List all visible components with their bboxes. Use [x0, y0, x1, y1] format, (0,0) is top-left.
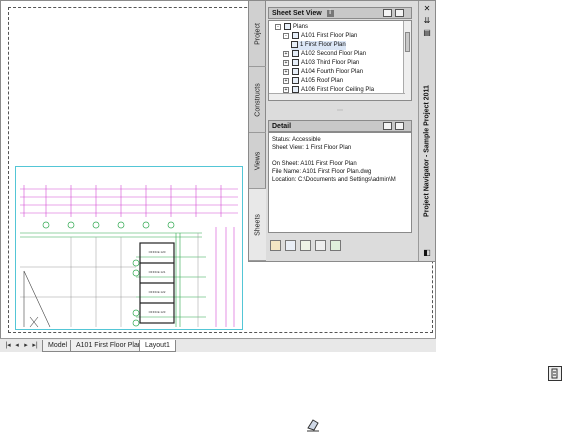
tree-item[interactable]: - Plans [275, 23, 308, 32]
autohide-icon[interactable]: ⇊ [423, 17, 431, 25]
expand-icon[interactable]: + [283, 50, 289, 57]
palette-dock-icon [548, 366, 562, 381]
tree-item[interactable]: + A105 Roof Plan [283, 77, 343, 86]
detail-file-name: File Name: A101 First Floor Plan.dwg [272, 169, 372, 175]
sheet-icon [292, 32, 299, 39]
sheet-set-menu-icon[interactable] [383, 9, 392, 17]
tab-a101-first-floor-plan[interactable]: A101 First Floor Plan [70, 340, 148, 352]
tab-model[interactable]: Model [42, 340, 74, 352]
tree-item[interactable]: - A101 First Floor Plan [283, 32, 357, 41]
room-label: OFFICE 122 [149, 290, 166, 294]
expand-icon[interactable]: + [283, 59, 289, 66]
sheet-icon [292, 77, 299, 84]
palette-menu-icon[interactable]: ◧ [423, 249, 431, 257]
sheet-icon [292, 59, 299, 66]
detail-panel: Status: Accessible Sheet View: 1 First F… [268, 132, 412, 233]
tab-layout1[interactable]: Layout1 [139, 340, 176, 352]
sheet-icon [292, 86, 299, 93]
expand-icon[interactable]: + [283, 86, 289, 93]
layout-tabs-bar: |◂ ◂ ▸ ▸| Model A101 First Floor Plan La… [0, 338, 436, 352]
layout-viewport[interactable]: OFFICE 120 OFFICE 121 OFFICE 122 OFFICE … [15, 166, 243, 330]
detail-status: Status: Accessible [272, 137, 321, 143]
tab-project[interactable]: Project [249, 1, 266, 67]
palette-title: Project Navigator - Sample Project 2011 [423, 85, 431, 217]
add-view-icon[interactable] [270, 240, 281, 251]
sheet-set-view-header: Sheet Set View i [268, 7, 412, 19]
detail-location: Location: C:\Documents and Settings\admi… [272, 177, 396, 183]
horizontal-scrollbar[interactable] [269, 93, 405, 100]
collapse-icon[interactable]: - [275, 23, 281, 30]
info-icon[interactable]: i [326, 9, 334, 17]
room-label: OFFICE 120 [149, 250, 166, 254]
room-label: OFFICE 121 [149, 270, 166, 274]
detail-header: Detail [268, 120, 412, 132]
folder-icon [284, 23, 291, 30]
tree-item[interactable]: + A104 Fourth Floor Plan [283, 68, 363, 77]
detail-view-icon[interactable] [383, 122, 392, 130]
sheet-set-tree[interactable]: - Plans - A101 First Floor Plan 1 First Fl… [268, 20, 412, 101]
next-tab-button[interactable]: ▸ [22, 341, 30, 350]
properties-menu-icon[interactable]: ▤ [423, 29, 431, 37]
view-options-icon[interactable] [395, 9, 404, 17]
project-navigator-palette: Project Constructs Views Sheets Sheet Se… [248, 0, 436, 262]
detail-blank [272, 152, 408, 160]
pane-splitter[interactable]: ⋯ [268, 103, 412, 119]
tab-views[interactable]: Views [249, 133, 266, 189]
room-label: OFFICE 123 [149, 310, 166, 314]
sheet-icon [292, 68, 299, 75]
sync-icon[interactable] [330, 240, 341, 251]
tab-constructs[interactable]: Constructs [249, 67, 266, 133]
expand-icon[interactable]: + [283, 77, 289, 84]
new-sheet-icon[interactable] [285, 240, 296, 251]
tree-item-selected[interactable]: 1 First Floor Plan [291, 41, 346, 50]
first-tab-button[interactable]: |◂ [4, 341, 12, 350]
vertical-scrollbar[interactable] [403, 21, 411, 100]
tree-item[interactable]: + A102 Second Floor Plan [283, 50, 366, 59]
expand-icon[interactable]: + [283, 68, 289, 75]
refresh-icon[interactable] [300, 240, 311, 251]
last-tab-button[interactable]: ▸| [31, 341, 39, 350]
view-icon [291, 41, 298, 48]
eraser-tool-icon [306, 416, 320, 432]
floor-plan-drawing: OFFICE 120 OFFICE 121 OFFICE 122 OFFICE … [20, 185, 238, 328]
vertical-tabs: Project Constructs Views Sheets [249, 1, 266, 261]
tab-sheets[interactable]: Sheets [249, 189, 266, 261]
detail-sheet-view: Sheet View: 1 First Floor Plan [272, 145, 352, 151]
preview-icon[interactable] [395, 122, 404, 130]
sheet-icon [292, 50, 299, 57]
close-icon[interactable]: ✕ [423, 5, 431, 13]
detail-on-sheet: On Sheet: A101 First Floor Plan [272, 161, 357, 167]
palette-title-bar[interactable]: ✕ ⇊ ▤ Project Navigator - Sample Project… [418, 1, 435, 261]
collapse-icon[interactable]: - [283, 32, 289, 39]
previous-tab-button[interactable]: ◂ [13, 341, 21, 350]
sheet-toolbar [268, 237, 412, 257]
properties-icon[interactable] [315, 240, 326, 251]
tree-item[interactable]: + A103 Third Floor Plan [283, 59, 359, 68]
scroll-thumb[interactable] [405, 32, 410, 52]
